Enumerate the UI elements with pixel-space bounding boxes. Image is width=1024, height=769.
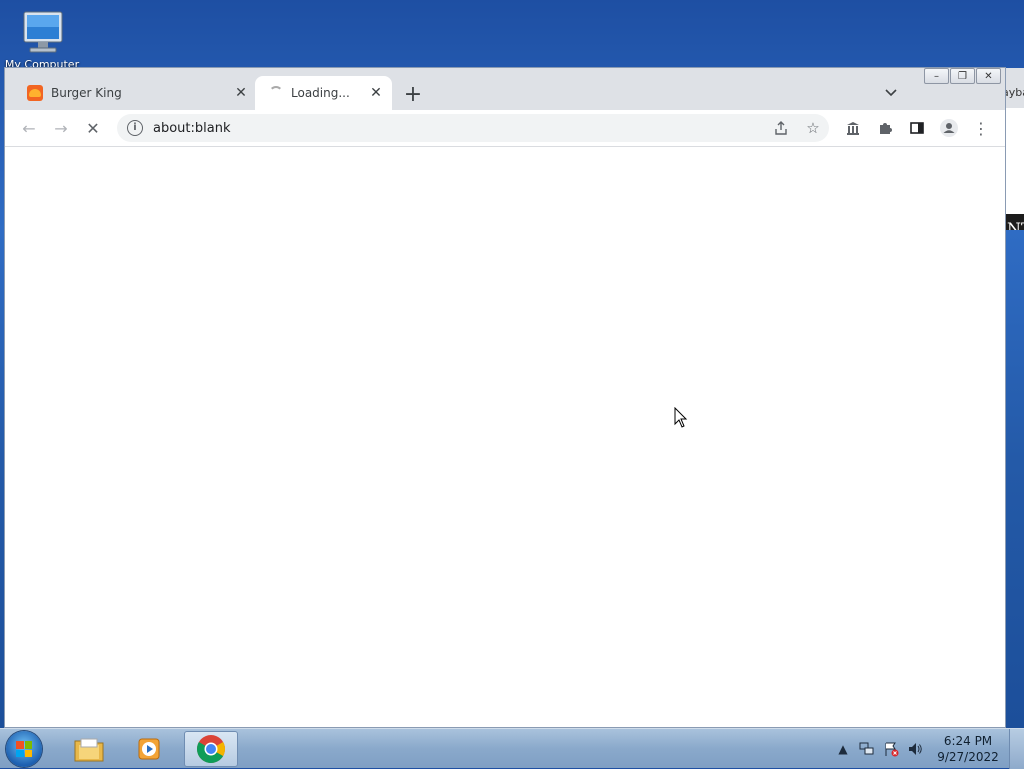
- restore-button[interactable]: ❐: [950, 68, 975, 84]
- toolbar: ← → ✕ i about:blank ☆ ⋮: [5, 110, 1005, 147]
- tab-loading[interactable]: Loading... ✕: [255, 76, 392, 110]
- system-tray: ▲ 6:24 PM 9/27/2022: [831, 729, 1024, 769]
- action-center-flag-icon[interactable]: [881, 739, 901, 759]
- side-panel-icon[interactable]: [905, 116, 929, 140]
- media-player-icon[interactable]: [122, 731, 176, 767]
- windows-logo-icon: [16, 741, 32, 757]
- profile-icon[interactable]: [937, 116, 961, 140]
- page-content[interactable]: [5, 147, 1005, 727]
- minimize-button[interactable]: –: [924, 68, 949, 84]
- tab-title: Burger King: [51, 86, 122, 100]
- show-hidden-icons[interactable]: ▲: [833, 739, 853, 759]
- url-text[interactable]: about:blank: [153, 121, 765, 136]
- background-window-banner: NT RC: [1006, 214, 1024, 230]
- bookmark-star-icon[interactable]: ☆: [797, 114, 829, 142]
- menu-dots-icon[interactable]: ⋮: [969, 116, 993, 140]
- mouse-cursor-icon: [674, 406, 688, 432]
- network-icon[interactable]: [857, 739, 877, 759]
- close-tab-icon[interactable]: ✕: [231, 83, 251, 103]
- new-tab-button[interactable]: +: [399, 80, 427, 108]
- background-window-banner-line1: NT: [1007, 219, 1024, 231]
- burger-king-icon: [27, 85, 43, 101]
- share-icon[interactable]: [765, 114, 797, 142]
- desktop-icon-my-computer[interactable]: My Computer: [4, 8, 80, 71]
- tab-search-icon[interactable]: [881, 83, 901, 103]
- loading-spinner-icon: [269, 86, 283, 100]
- close-tab-icon[interactable]: ✕: [366, 83, 386, 103]
- browser-window[interactable]: – ❐ ✕ Burger King ✕ Loading... ✕ + ← → ✕…: [4, 67, 1006, 728]
- site-info-icon[interactable]: i: [127, 120, 143, 136]
- museum-extension-icon[interactable]: [841, 116, 865, 140]
- close-window-button[interactable]: ✕: [976, 68, 1001, 84]
- clock-time: 6:24 PM: [943, 734, 993, 748]
- computer-icon: [14, 8, 70, 60]
- back-button[interactable]: ←: [17, 116, 41, 140]
- windows-explorer-icon[interactable]: [62, 731, 116, 767]
- clock-date: 9/27/2022: [937, 750, 999, 764]
- tab-burger-king[interactable]: Burger King ✕: [13, 76, 257, 110]
- address-bar[interactable]: i about:blank ☆: [117, 114, 829, 142]
- window-controls: – ❐ ✕: [923, 68, 1001, 84]
- start-button[interactable]: [6, 731, 42, 767]
- tab-title: Loading...: [291, 86, 350, 100]
- extensions-puzzle-icon[interactable]: [873, 116, 897, 140]
- chrome-icon[interactable]: [184, 731, 238, 767]
- clock[interactable]: 6:24 PM 9/27/2022: [933, 733, 1003, 765]
- volume-icon[interactable]: [905, 739, 925, 759]
- stop-button[interactable]: ✕: [81, 116, 105, 140]
- taskbar: ▲ 6:24 PM 9/27/2022: [0, 728, 1024, 769]
- forward-button[interactable]: →: [49, 116, 73, 140]
- tab-strip: – ❐ ✕ Burger King ✕ Loading... ✕ +: [5, 68, 1005, 110]
- show-desktop-button[interactable]: [1009, 729, 1024, 769]
